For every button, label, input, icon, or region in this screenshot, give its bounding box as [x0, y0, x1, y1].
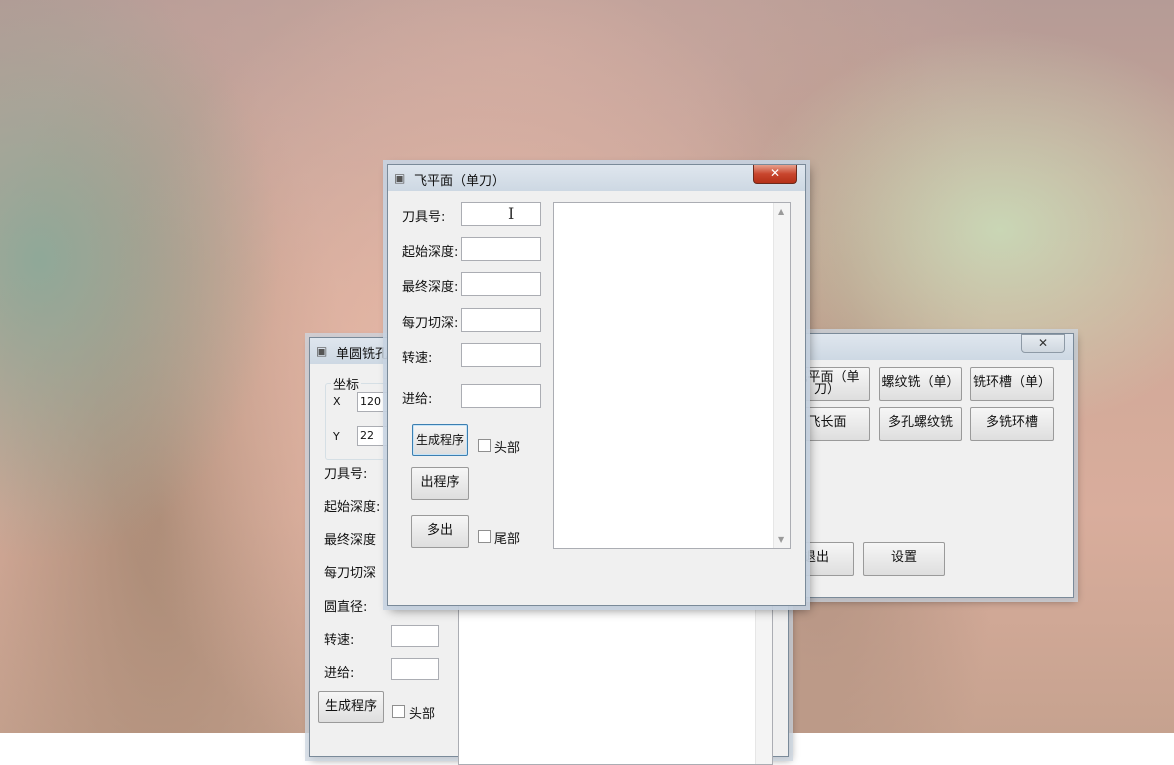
scroll-down-icon[interactable]: ▼ [778, 535, 784, 544]
scroll-up-icon[interactable]: ▲ [778, 207, 784, 216]
feed-label: 进给: [402, 392, 433, 407]
close-icon: ✕ [769, 166, 781, 180]
final-depth-label: 最终深度 [324, 533, 377, 548]
cut-depth-label: 每刀切深: [402, 316, 459, 331]
head-label: 头部 [494, 441, 521, 456]
speed-label: 转速: [324, 633, 355, 648]
speed-input[interactable] [391, 625, 439, 647]
head-label: 头部 [409, 707, 436, 722]
tool-number-label: 刀具号: [402, 210, 446, 225]
tool-number-input[interactable] [461, 202, 541, 226]
close-button[interactable]: ✕ [1021, 334, 1065, 353]
program-output-textarea[interactable] [458, 605, 773, 765]
fly-plane-window: ▣ 飞平面（单刀） ✕ 刀具号: I 起始深度: 最终深度: 每刀切深: 转速:… [387, 164, 806, 606]
tail-checkbox[interactable] [478, 530, 491, 543]
feed-label: 进给: [324, 666, 355, 681]
text-cursor-icon: I [508, 204, 515, 223]
start-depth-input[interactable] [461, 237, 541, 261]
thread-mill-single-button[interactable]: 螺纹铣（单） [879, 367, 962, 401]
speed-input[interactable] [461, 343, 541, 367]
program-output-scrollbar[interactable] [755, 606, 772, 764]
ring-groove-single-button[interactable]: 铣环槽（单） [970, 367, 1054, 401]
output-program-button[interactable]: 出程序 [411, 467, 469, 500]
close-icon: ✕ [1037, 336, 1049, 350]
window-title: 飞平面（单刀） [414, 174, 506, 189]
multi-ring-groove-button[interactable]: 多铣环槽 [970, 407, 1054, 441]
window-app-icon: ▣ [316, 344, 328, 358]
final-depth-label: 最终深度: [402, 280, 459, 295]
start-depth-label: 起始深度: [324, 500, 381, 515]
program-output-textarea[interactable]: ▲ ▼ [553, 202, 791, 549]
generate-program-button[interactable]: 生成程序 [318, 691, 384, 723]
tool-number-label: 刀具号: [324, 467, 368, 482]
head-checkbox[interactable] [478, 439, 491, 452]
tail-label: 尾部 [494, 532, 521, 547]
cut-depth-label: 每刀切深 [324, 566, 377, 581]
settings-button[interactable]: 设置 [863, 542, 945, 576]
head-checkbox[interactable] [392, 705, 405, 718]
window-title: 单圆铣孔 [336, 347, 389, 362]
multi-output-button[interactable]: 多出 [411, 515, 469, 548]
cut-depth-input[interactable] [461, 308, 541, 332]
multi-hole-thread-mill-button[interactable]: 多孔螺纹铣 [879, 407, 962, 441]
fly-plane-titlebar[interactable]: ▣ 飞平面（单刀） ✕ [388, 165, 805, 191]
program-output-scrollbar[interactable]: ▲ ▼ [773, 203, 790, 548]
window-app-icon: ▣ [394, 171, 406, 185]
coordinate-group-title: 坐标 [331, 374, 362, 393]
close-button[interactable]: ✕ [753, 165, 797, 184]
diameter-label: 圆直径: [324, 600, 368, 615]
y-label: Y [333, 430, 340, 443]
feed-input[interactable] [461, 384, 541, 408]
generate-program-button[interactable]: 生成程序 [412, 424, 468, 456]
fly-plane-client: 刀具号: I 起始深度: 最终深度: 每刀切深: 转速: 进给: 生成程序 头部… [395, 192, 798, 598]
start-depth-label: 起始深度: [402, 245, 459, 260]
feed-input[interactable] [391, 658, 439, 680]
speed-label: 转速: [402, 351, 433, 366]
final-depth-input[interactable] [461, 272, 541, 296]
x-label: X [333, 395, 341, 408]
